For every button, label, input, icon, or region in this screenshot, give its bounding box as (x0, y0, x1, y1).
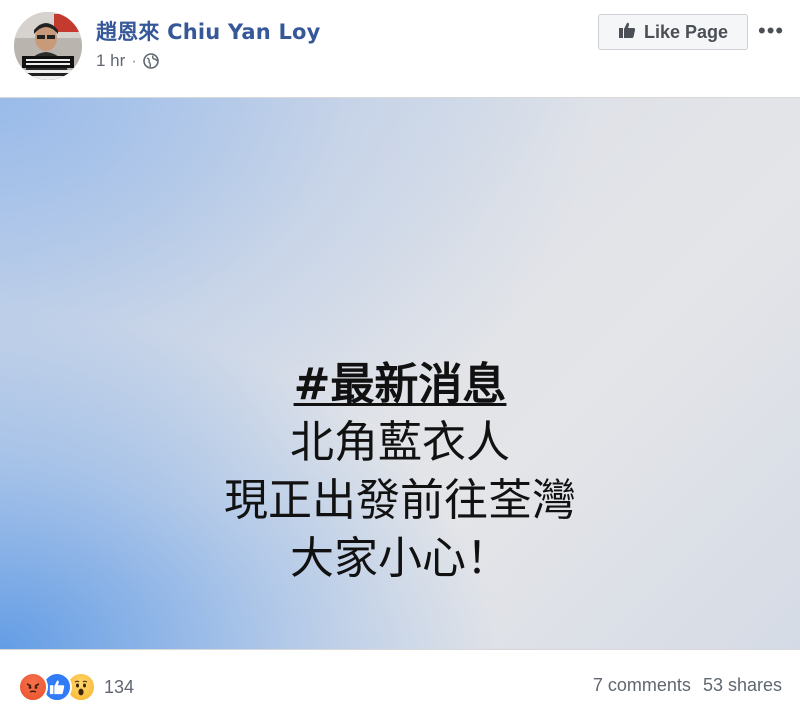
like-page-label: Like Page (643, 21, 729, 42)
image-line-2: 北角藍衣人 (290, 417, 510, 468)
avatar-image (14, 12, 82, 80)
angry-icon (18, 672, 48, 702)
image-headline: #最新消息 (293, 359, 507, 410)
globe-icon (143, 53, 159, 69)
post-meta: 1 hr · (96, 51, 159, 71)
reaction-count: 134 (104, 676, 135, 697)
page-avatar[interactable] (14, 12, 82, 80)
page-name-link[interactable]: 趙恩來 Chiu Yan Loy (96, 16, 321, 46)
post-image[interactable]: #最新消息 北角藍衣人 現正出發前往荃灣 大家小心！ (0, 97, 800, 650)
reactions-summary[interactable]: 134 (18, 672, 134, 702)
post-timestamp[interactable]: 1 hr (96, 51, 125, 71)
post-image-text: #最新消息 北角藍衣人 現正出發前往荃灣 大家小心！ (0, 356, 800, 588)
image-line-3: 現正出發前往荃灣 (224, 475, 576, 526)
meta-separator: · (131, 51, 137, 70)
thumbs-up-icon (618, 21, 636, 44)
more-options-icon[interactable]: ••• (758, 18, 784, 44)
shares-count-link[interactable]: 53 shares (703, 675, 782, 696)
engagement-stats: 7 comments 53 shares (593, 675, 782, 696)
comments-count-link[interactable]: 7 comments (593, 675, 691, 696)
image-line-4: 大家小心！ (290, 533, 510, 584)
like-page-button[interactable]: Like Page (598, 14, 748, 50)
post-header: 趙恩來 Chiu Yan Loy 1 hr · Like Page ••• (0, 0, 800, 97)
